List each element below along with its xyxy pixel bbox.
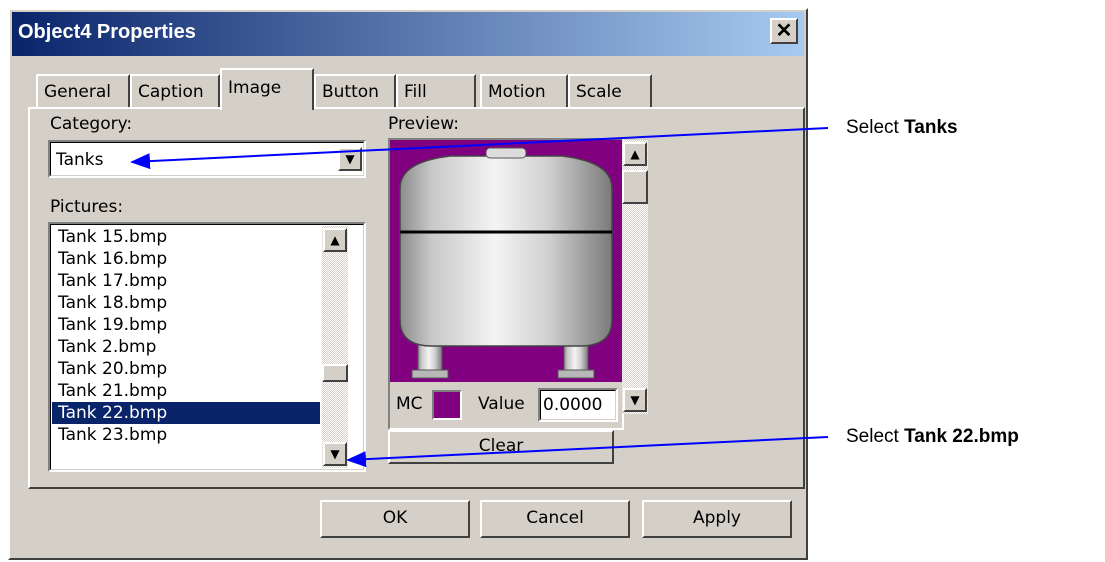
- callout-prefix: Select: [846, 117, 905, 138]
- callout-prefix: Select: [846, 426, 905, 447]
- callout-bold: Tank 22.bmp: [904, 426, 1019, 447]
- tab-image[interactable]: Image: [220, 68, 314, 110]
- callout-bold: Tanks: [904, 117, 958, 138]
- callout-select-tanks: Select Tanks: [846, 117, 958, 139]
- annotation-arrows: [130, 127, 829, 468]
- arrow-to-category: [130, 127, 829, 170]
- callout-select-tank22: Select Tank 22.bmp: [846, 426, 1019, 448]
- arrow-to-tank22: [346, 436, 829, 468]
